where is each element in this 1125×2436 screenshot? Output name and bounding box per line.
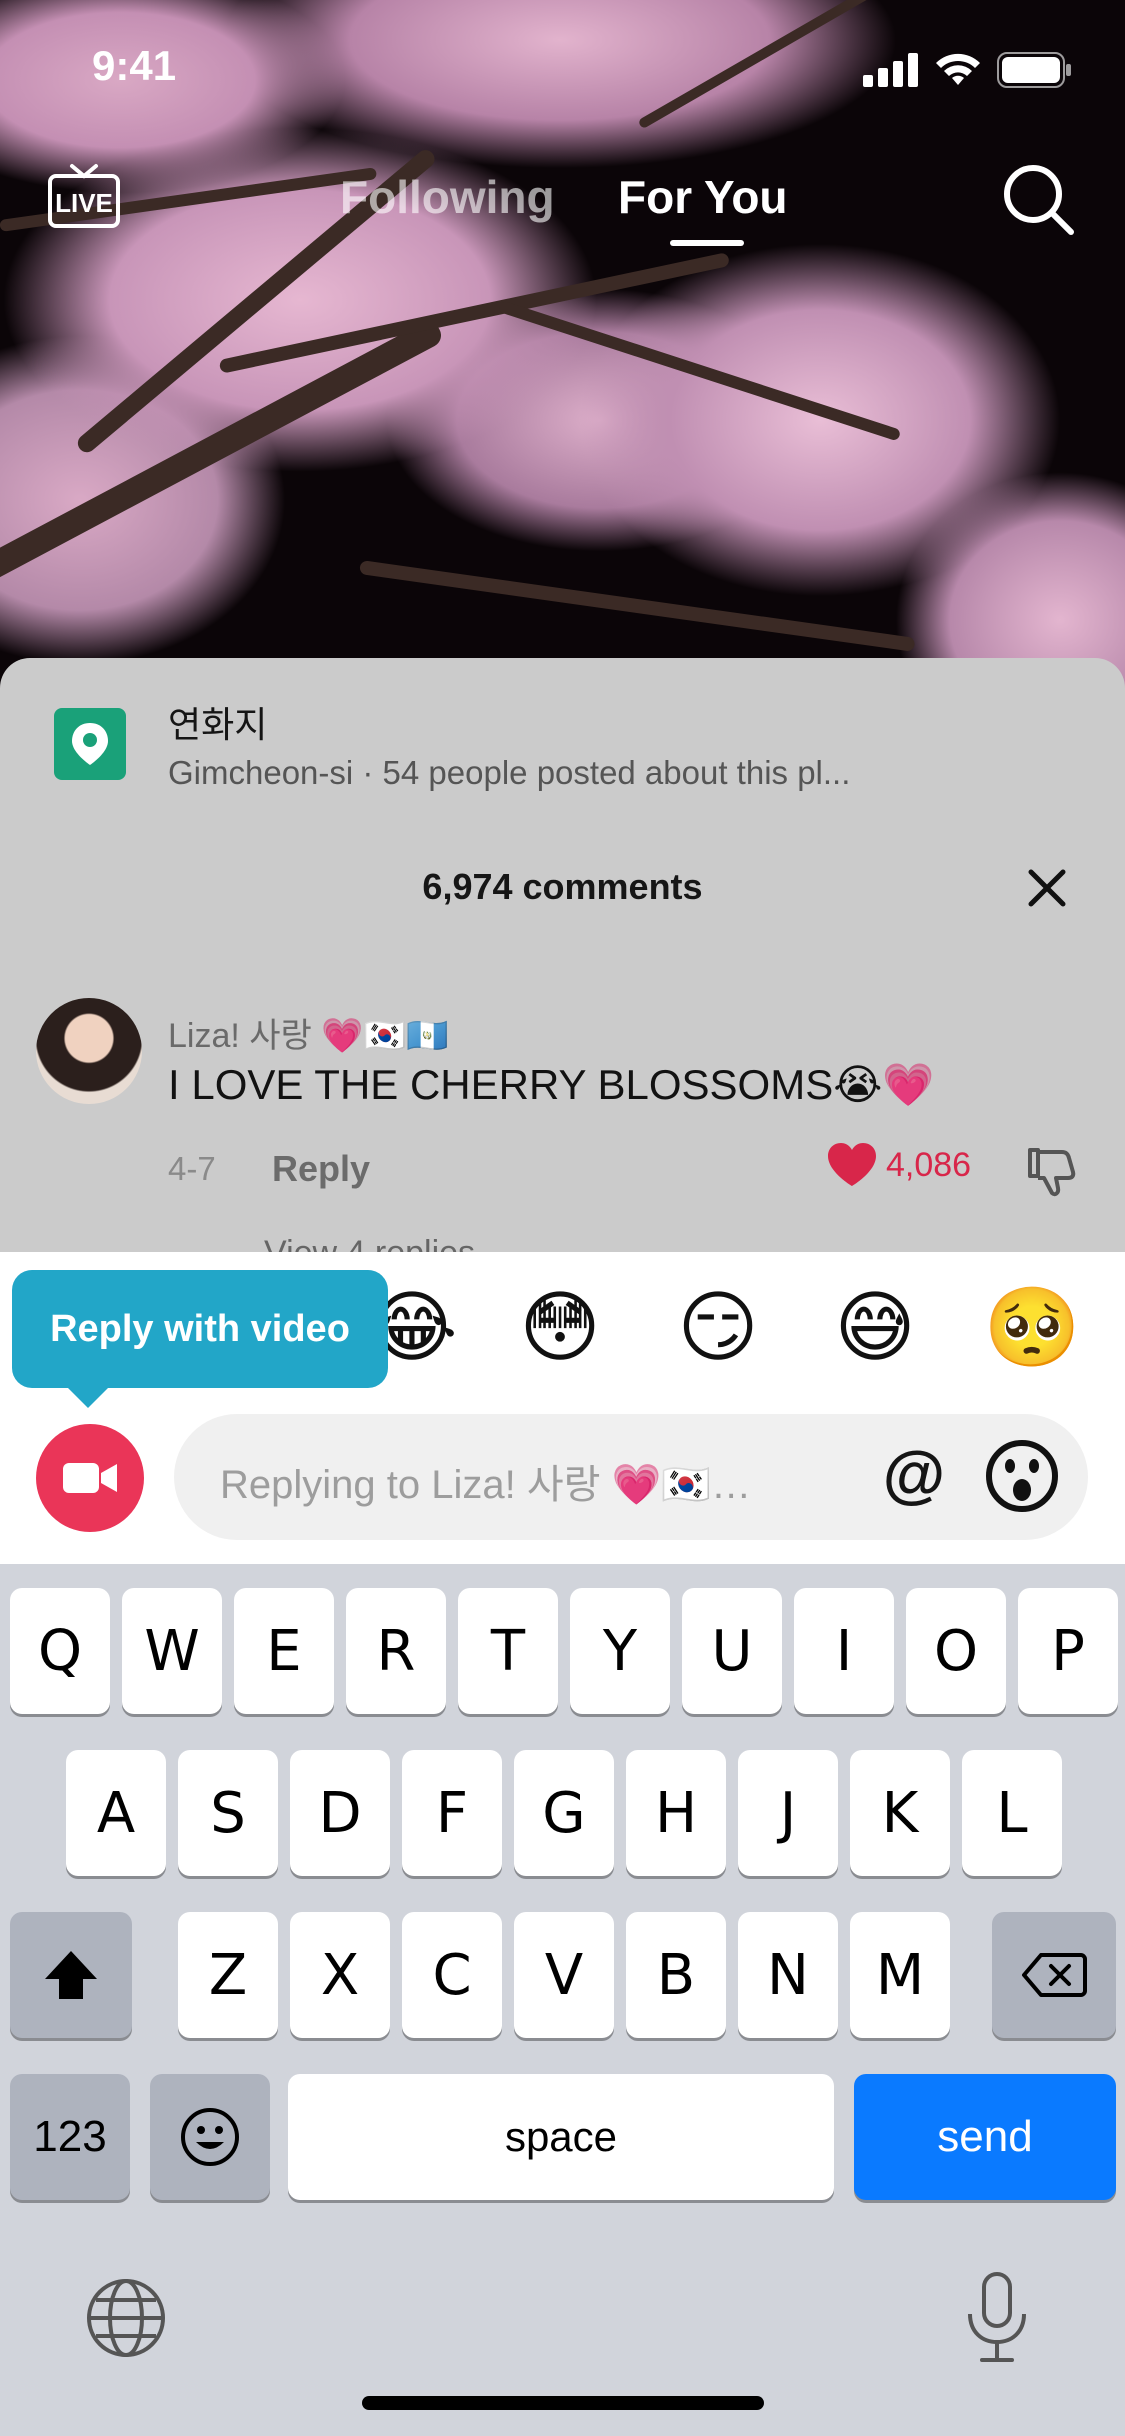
- reply-input[interactable]: Replying to Liza! 사랑 💗🇰🇷… @: [174, 1414, 1088, 1540]
- key-k[interactable]: K: [850, 1750, 950, 1876]
- tooltip-tail: [66, 1386, 110, 1408]
- comment-item: Liza! 사랑 💗🇰🇷🇬🇹 I LOVE THE CHERRY BLOSSOM…: [0, 998, 1125, 1198]
- numbers-key[interactable]: 123: [10, 2074, 130, 2200]
- emoji-keyboard-key[interactable]: [150, 2074, 270, 2200]
- comment-username[interactable]: Liza! 사랑 💗🇰🇷🇬🇹: [168, 1008, 448, 1057]
- quick-emoji-smirk[interactable]: 😏: [668, 1282, 768, 1373]
- comments-count: 6,974 comments: [422, 866, 703, 907]
- like-button[interactable]: 4,086: [826, 1142, 971, 1188]
- dislike-icon[interactable]: [1024, 1144, 1078, 1198]
- video-camera-icon: [63, 1463, 117, 1493]
- search-icon[interactable]: [999, 160, 1077, 238]
- key-v[interactable]: V: [514, 1912, 614, 2038]
- location-row[interactable]: 연화지 Gimcheon-si · 54 people posted about…: [0, 658, 1125, 808]
- shift-key[interactable]: [10, 1912, 132, 2038]
- key-i[interactable]: I: [794, 1588, 894, 1714]
- key-b[interactable]: B: [626, 1912, 726, 2038]
- location-subtitle: Gimcheon-si · 54 people posted about thi…: [168, 754, 851, 791]
- key-f[interactable]: F: [402, 1750, 502, 1876]
- avatar[interactable]: [36, 998, 142, 1104]
- wifi-icon: [936, 53, 980, 85]
- comments-sheet: 연화지 Gimcheon-si · 54 people posted about…: [0, 658, 1125, 1272]
- quick-emoji-flushed[interactable]: 😳: [510, 1282, 610, 1373]
- location-pin-icon: [54, 708, 126, 780]
- microphone-icon[interactable]: [962, 2270, 1032, 2366]
- key-e[interactable]: E: [234, 1588, 334, 1714]
- status-bar: 9:41: [0, 0, 1125, 130]
- key-w[interactable]: W: [122, 1588, 222, 1714]
- key-l[interactable]: L: [962, 1750, 1062, 1876]
- key-j[interactable]: J: [738, 1750, 838, 1876]
- key-c[interactable]: C: [402, 1912, 502, 2038]
- like-count: 4,086: [886, 1145, 972, 1184]
- key-n[interactable]: N: [738, 1912, 838, 2038]
- key-y[interactable]: Y: [570, 1588, 670, 1714]
- smiley-icon: [181, 2108, 239, 2166]
- reply-with-video-tooltip[interactable]: Reply with video: [12, 1270, 388, 1388]
- shift-icon: [45, 1951, 97, 1999]
- reply-panel: 😂 😳 😏 😅 🥺 Reply with video Replying to L…: [0, 1252, 1125, 1564]
- video-reply-button[interactable]: [36, 1424, 144, 1532]
- key-o[interactable]: O: [906, 1588, 1006, 1714]
- cellular-signal-icon: [863, 53, 918, 87]
- key-x[interactable]: X: [290, 1912, 390, 2038]
- active-tab-indicator: [670, 240, 744, 246]
- location-name: 연화지: [168, 704, 268, 745]
- battery-icon: [997, 52, 1071, 88]
- reply-placeholder: Replying to Liza! 사랑 💗🇰🇷…: [220, 1463, 752, 1507]
- tab-for-you[interactable]: For You: [618, 170, 788, 224]
- key-z[interactable]: Z: [178, 1912, 278, 2038]
- comment-text: I LOVE THE CHERRY BLOSSOMS😭💗: [168, 1061, 935, 1108]
- key-d[interactable]: D: [290, 1750, 390, 1876]
- quick-emoji-pleading[interactable]: 🥺: [982, 1282, 1082, 1374]
- space-key[interactable]: space: [288, 2074, 834, 2200]
- key-t[interactable]: T: [458, 1588, 558, 1714]
- reply-button[interactable]: Reply: [272, 1148, 370, 1190]
- svg-text:LIVE: LIVE: [55, 188, 113, 218]
- key-m[interactable]: M: [850, 1912, 950, 2038]
- key-a[interactable]: A: [66, 1750, 166, 1876]
- top-nav: LIVE Following For You: [0, 160, 1125, 260]
- close-icon[interactable]: [1023, 864, 1071, 912]
- key-q[interactable]: Q: [10, 1588, 110, 1714]
- backspace-icon: [1022, 1953, 1087, 1997]
- key-r[interactable]: R: [346, 1588, 446, 1714]
- globe-icon[interactable]: [84, 2276, 168, 2360]
- keyboard: Q W E R T Y U I O P A S D F G H J K L Z …: [0, 1564, 1125, 2436]
- key-p[interactable]: P: [1018, 1588, 1118, 1714]
- home-indicator: [362, 2396, 764, 2410]
- key-g[interactable]: G: [514, 1750, 614, 1876]
- key-u[interactable]: U: [682, 1588, 782, 1714]
- status-time: 9:41: [92, 42, 177, 89]
- send-key[interactable]: send: [854, 2074, 1116, 2200]
- key-h[interactable]: H: [626, 1750, 726, 1876]
- quick-emoji-sweat-smile[interactable]: 😅: [825, 1282, 925, 1373]
- status-icons: [863, 52, 1073, 88]
- backspace-key[interactable]: [992, 1912, 1116, 2038]
- key-s[interactable]: S: [178, 1750, 278, 1876]
- heart-icon: [828, 1143, 876, 1186]
- comment-date: 4-7: [168, 1150, 216, 1187]
- mention-at-button[interactable]: @: [874, 1434, 954, 1514]
- tab-following[interactable]: Following: [340, 170, 555, 224]
- live-icon[interactable]: LIVE: [44, 160, 124, 230]
- emoji-picker-icon[interactable]: [982, 1436, 1062, 1516]
